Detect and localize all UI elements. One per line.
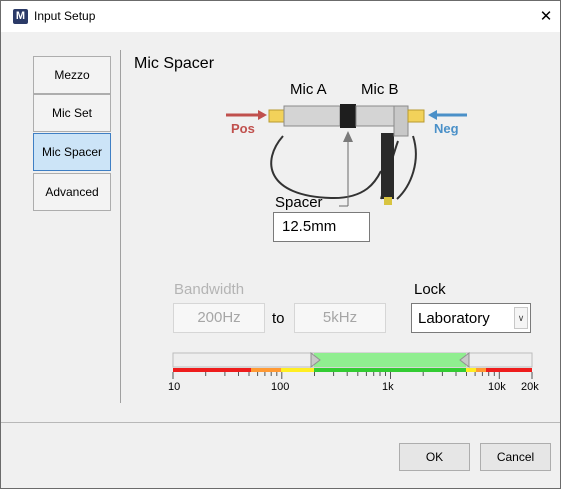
slider-selected-range bbox=[314, 353, 466, 367]
tick-label-100: 100 bbox=[271, 381, 290, 393]
tick-label-20k: 20k bbox=[521, 381, 539, 393]
tick-label-10k: 10k bbox=[488, 381, 506, 393]
frequency-range-slider[interactable] bbox=[1, 1, 561, 421]
band-red-low bbox=[173, 368, 251, 372]
band-yellow-low bbox=[281, 368, 314, 372]
band-yellow-high bbox=[466, 368, 476, 372]
tick-label-10: 10 bbox=[168, 381, 181, 393]
band-orange-high bbox=[476, 368, 486, 372]
band-red-high bbox=[486, 368, 532, 372]
ok-button[interactable]: OK bbox=[399, 443, 470, 471]
frequency-ticks bbox=[172, 372, 533, 379]
tick-label-1k: 1k bbox=[382, 381, 394, 393]
footer-divider bbox=[1, 422, 560, 423]
cancel-button[interactable]: Cancel bbox=[480, 443, 551, 471]
band-orange-low bbox=[251, 368, 281, 372]
input-setup-window: M Input Setup ✕ Mezzo Mic Set Mic Spacer… bbox=[0, 0, 561, 489]
band-green bbox=[314, 368, 466, 372]
